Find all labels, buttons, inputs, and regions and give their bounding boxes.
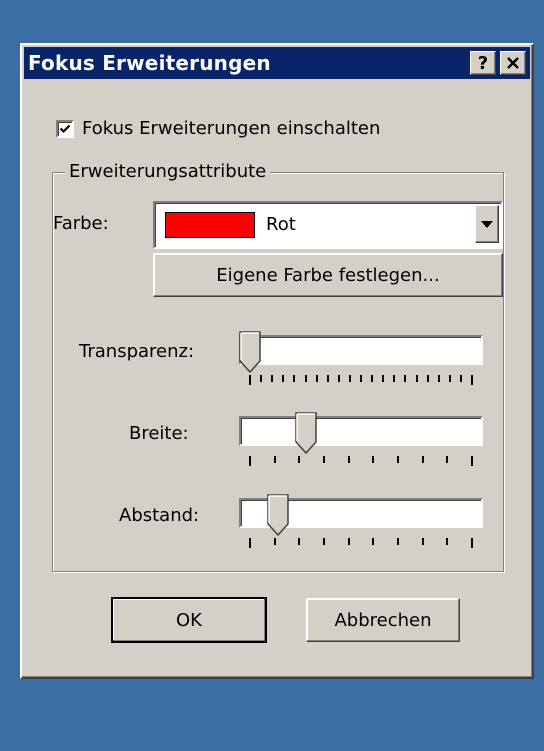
slider-tick bbox=[471, 456, 473, 466]
width-ticks bbox=[249, 456, 473, 466]
spacing-slider-thumb[interactable] bbox=[267, 494, 289, 536]
slider-tick bbox=[393, 375, 395, 382]
slider-tick bbox=[316, 375, 318, 382]
slider-tick bbox=[404, 375, 406, 382]
slider-tick bbox=[293, 375, 295, 382]
slider-tick bbox=[282, 375, 284, 382]
slider-tick bbox=[397, 538, 399, 545]
slider-tick bbox=[372, 456, 374, 463]
slider-tick bbox=[249, 375, 251, 385]
width-slider-thumb[interactable] bbox=[294, 412, 317, 454]
slider-tick bbox=[274, 456, 276, 463]
slider-tick bbox=[422, 456, 424, 463]
slider-tick bbox=[349, 375, 351, 382]
slider-tick bbox=[471, 375, 473, 385]
enable-focus-extensions-checkbox[interactable] bbox=[56, 119, 74, 138]
group-title: Erweiterungsattribute bbox=[65, 161, 271, 182]
help-button[interactable]: ? bbox=[470, 51, 496, 75]
slider-tick bbox=[249, 538, 251, 548]
custom-color-button-label: Eigene Farbe festlegen... bbox=[216, 264, 440, 286]
window-title: Fokus Erweiterungen bbox=[28, 51, 271, 75]
enable-focus-extensions-label: Fokus Erweiterungen einschalten bbox=[82, 118, 381, 139]
close-icon bbox=[507, 57, 519, 69]
slider-tick bbox=[422, 538, 424, 545]
color-swatch bbox=[165, 212, 255, 238]
width-label: Breite: bbox=[129, 423, 189, 444]
cancel-button-label: Abbrechen bbox=[334, 609, 432, 631]
checkmark-icon bbox=[59, 124, 71, 133]
color-label: Farbe: bbox=[53, 213, 109, 234]
slider-tick bbox=[416, 375, 418, 382]
spacing-label: Abstand: bbox=[119, 505, 200, 526]
focus-extensions-dialog: Fokus Erweiterungen ? Fokus Erweiterunge… bbox=[20, 43, 534, 679]
close-button[interactable] bbox=[500, 51, 526, 75]
slider-tick bbox=[348, 538, 350, 545]
title-bar[interactable]: Fokus Erweiterungen ? bbox=[24, 47, 530, 79]
slider-tick bbox=[371, 375, 373, 382]
transparency-slider[interactable] bbox=[239, 335, 483, 365]
dialog-client: Fokus Erweiterungen einschalten Erweiter… bbox=[28, 85, 526, 671]
spacing-ticks bbox=[249, 538, 473, 548]
slider-tick bbox=[338, 375, 340, 382]
help-icon: ? bbox=[477, 52, 489, 74]
ok-button[interactable]: OK bbox=[111, 597, 267, 643]
slider-tick bbox=[260, 375, 262, 382]
slider-tick bbox=[449, 375, 451, 382]
dropdown-arrow-button[interactable] bbox=[475, 205, 499, 243]
slider-tick bbox=[327, 375, 329, 382]
slider-tick bbox=[271, 375, 273, 382]
transparency-slider-thumb[interactable] bbox=[239, 331, 261, 373]
slider-tick bbox=[438, 375, 440, 382]
slider-tick bbox=[274, 538, 276, 545]
transparency-label: Transparenz: bbox=[79, 341, 195, 362]
slider-tick bbox=[249, 456, 251, 466]
slider-tick bbox=[397, 456, 399, 463]
slider-tick bbox=[323, 538, 325, 545]
custom-color-button[interactable]: Eigene Farbe festlegen... bbox=[153, 253, 503, 297]
slider-tick bbox=[305, 375, 307, 382]
slider-tick bbox=[298, 456, 300, 463]
slider-tick bbox=[323, 456, 325, 463]
color-dropdown[interactable]: Rot bbox=[153, 201, 503, 249]
slider-tick bbox=[471, 538, 473, 548]
slider-tick bbox=[372, 538, 374, 545]
color-selected-value: Rot bbox=[266, 214, 296, 235]
slider-tick bbox=[460, 375, 462, 382]
chevron-down-icon bbox=[481, 220, 493, 228]
slider-tick bbox=[360, 375, 362, 382]
slider-tick bbox=[427, 375, 429, 382]
extension-attributes-group: Erweiterungsattribute Farbe: Rot Eigene … bbox=[52, 161, 504, 572]
width-slider[interactable] bbox=[239, 416, 483, 446]
slider-tick bbox=[446, 538, 448, 545]
slider-tick bbox=[446, 456, 448, 463]
slider-tick bbox=[348, 456, 350, 463]
cancel-button[interactable]: Abbrechen bbox=[306, 598, 460, 642]
ok-button-label: OK bbox=[176, 609, 202, 631]
enable-focus-extensions-row[interactable]: Fokus Erweiterungen einschalten bbox=[56, 118, 380, 139]
slider-tick bbox=[298, 538, 300, 545]
transparency-ticks bbox=[249, 375, 473, 385]
slider-tick bbox=[382, 375, 384, 382]
